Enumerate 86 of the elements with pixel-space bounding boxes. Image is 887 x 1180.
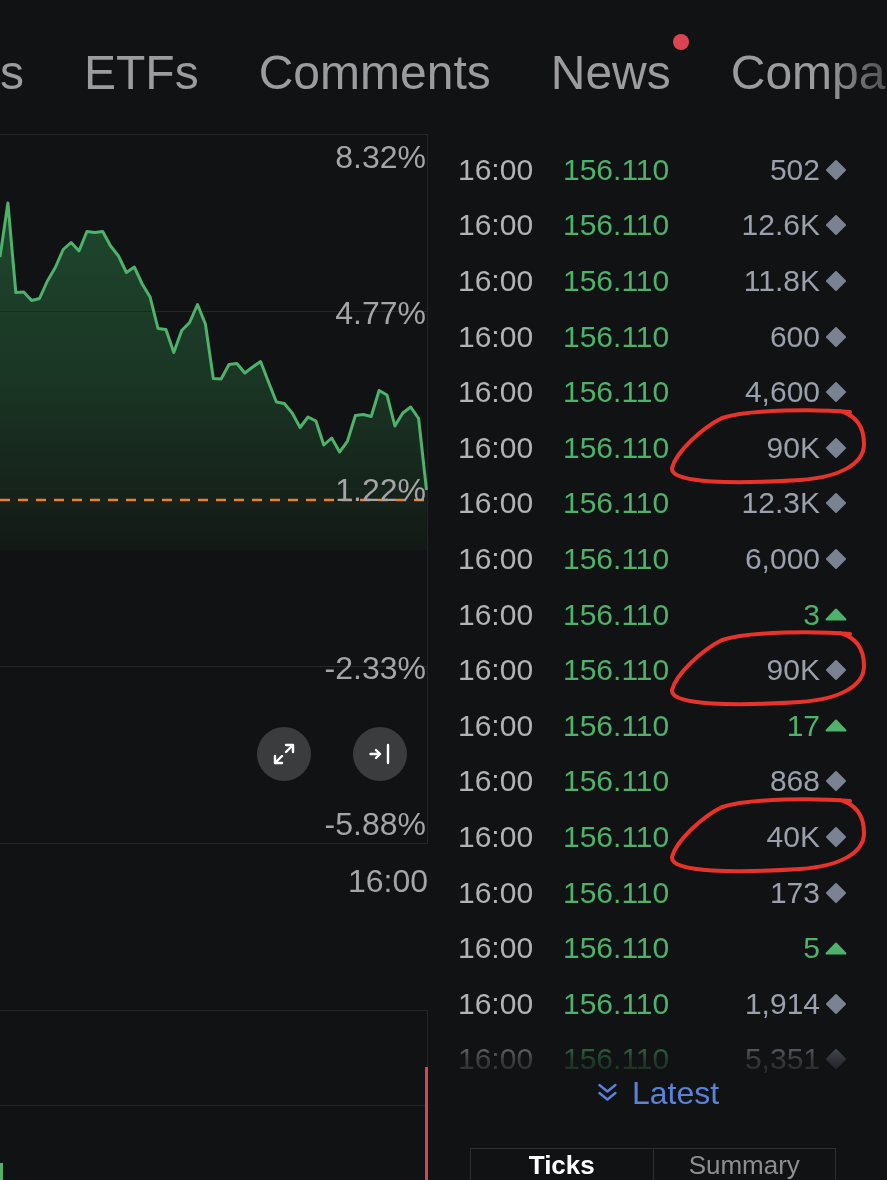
scroll-to-end-button[interactable] bbox=[353, 727, 407, 781]
diamond-icon bbox=[825, 770, 847, 793]
tick-price: 156.110 bbox=[563, 874, 670, 911]
tick-time: 16:00 bbox=[458, 485, 535, 522]
tab[interactable]: Comments bbox=[258, 49, 491, 97]
tab[interactable]: s bbox=[0, 49, 24, 97]
diamond-icon bbox=[825, 270, 847, 292]
tick-price: 156.110 bbox=[563, 318, 670, 355]
tick-price: 156.110 bbox=[563, 151, 670, 188]
diamond-icon bbox=[825, 492, 847, 515]
tick-volume: 4,600 bbox=[744, 374, 820, 411]
tick-price: 156.110 bbox=[563, 707, 670, 744]
tick-price: 156.110 bbox=[563, 652, 670, 689]
tick-volume: 5 bbox=[803, 930, 820, 967]
tick-time: 16:00 bbox=[458, 151, 535, 188]
tick-volume: 173 bbox=[769, 874, 820, 911]
diamond-icon bbox=[825, 881, 847, 904]
diamond-icon bbox=[825, 659, 847, 682]
tab[interactable]: News bbox=[550, 49, 671, 97]
diamond-icon bbox=[825, 214, 847, 237]
tick-volume: 6,000 bbox=[744, 540, 820, 577]
tick-volume: 12.6K bbox=[741, 207, 820, 244]
tab[interactable]: Compa bbox=[730, 49, 886, 97]
up-triangle-icon bbox=[825, 608, 847, 622]
x-axis-label: 16:00 bbox=[347, 863, 428, 900]
diamond-icon bbox=[825, 547, 847, 570]
diamond-icon bbox=[825, 381, 847, 404]
tick-volume: 600 bbox=[769, 318, 820, 355]
tick-time: 16:00 bbox=[458, 930, 535, 967]
tick-time: 16:00 bbox=[458, 707, 535, 744]
diamond-icon bbox=[825, 158, 847, 181]
tick-time: 16:00 bbox=[458, 652, 535, 689]
tick-time: 16:00 bbox=[458, 1041, 535, 1078]
fullscreen-button[interactable] bbox=[257, 727, 311, 781]
tick-time: 16:00 bbox=[458, 318, 535, 355]
up-triangle-icon bbox=[825, 719, 847, 733]
diamond-icon bbox=[825, 1048, 847, 1071]
tab[interactable]: ETFs bbox=[84, 49, 199, 97]
arrow-to-bar-icon bbox=[369, 743, 391, 765]
tick-time: 16:00 bbox=[458, 763, 535, 800]
tick-price: 156.110 bbox=[563, 263, 670, 299]
tick-time: 16:00 bbox=[458, 374, 535, 411]
double-chevron-down-icon bbox=[595, 1083, 618, 1104]
y-axis-label: -2.33% bbox=[324, 649, 426, 686]
tick-volume: 90K bbox=[766, 652, 820, 689]
tick-price: 156.110 bbox=[563, 818, 670, 855]
tick-volume: 11.8K bbox=[743, 263, 820, 299]
tick-price: 156.110 bbox=[563, 596, 670, 633]
tick-volume: 12.3K bbox=[741, 485, 820, 522]
y-axis-label: 1.22% bbox=[335, 472, 426, 508]
tick-volume: 502 bbox=[769, 151, 820, 188]
diamond-icon bbox=[825, 436, 847, 459]
diamond-icon bbox=[825, 825, 847, 848]
volume-bar bbox=[0, 1163, 3, 1180]
tick-volume: 5,351 bbox=[744, 1041, 820, 1078]
tick-volume: 1,914 bbox=[744, 985, 820, 1022]
tick-price: 156.110 bbox=[563, 485, 670, 522]
tick-price: 156.110 bbox=[563, 429, 670, 466]
tab[interactable]: Ticks bbox=[470, 1148, 654, 1180]
tick-time: 16:00 bbox=[458, 429, 535, 466]
diamond-icon bbox=[825, 325, 847, 348]
tick-volume: 17 bbox=[786, 707, 820, 744]
tick-price: 156.110 bbox=[563, 207, 670, 244]
diamond-icon bbox=[825, 992, 847, 1015]
tick-price: 156.110 bbox=[563, 540, 670, 577]
tick-volume: 868 bbox=[769, 763, 820, 800]
y-axis-label: 8.32% bbox=[335, 139, 426, 175]
tick-price: 156.110 bbox=[563, 985, 670, 1022]
tick-price: 156.110 bbox=[563, 930, 670, 967]
tick-time: 16:00 bbox=[458, 540, 535, 577]
tick-time: 16:00 bbox=[458, 207, 535, 244]
tab[interactable]: Summary bbox=[653, 1148, 836, 1180]
y-axis-label: 4.77% bbox=[335, 294, 426, 331]
tick-price: 156.110 bbox=[563, 763, 670, 800]
expand-icon bbox=[273, 743, 295, 765]
tick-time: 16:00 bbox=[458, 596, 535, 633]
y-axis-label: -5.88% bbox=[324, 806, 426, 842]
tick-volume: 3 bbox=[803, 596, 820, 633]
tick-price: 156.110 bbox=[563, 374, 670, 411]
tick-time: 16:00 bbox=[458, 263, 535, 299]
tick-time: 16:00 bbox=[458, 818, 535, 855]
tick-time: 16:00 bbox=[458, 985, 535, 1022]
up-triangle-icon bbox=[825, 941, 847, 955]
tick-volume: 40K bbox=[766, 818, 820, 855]
tick-volume: 90K bbox=[766, 429, 820, 466]
tick-time: 16:00 bbox=[458, 874, 535, 911]
